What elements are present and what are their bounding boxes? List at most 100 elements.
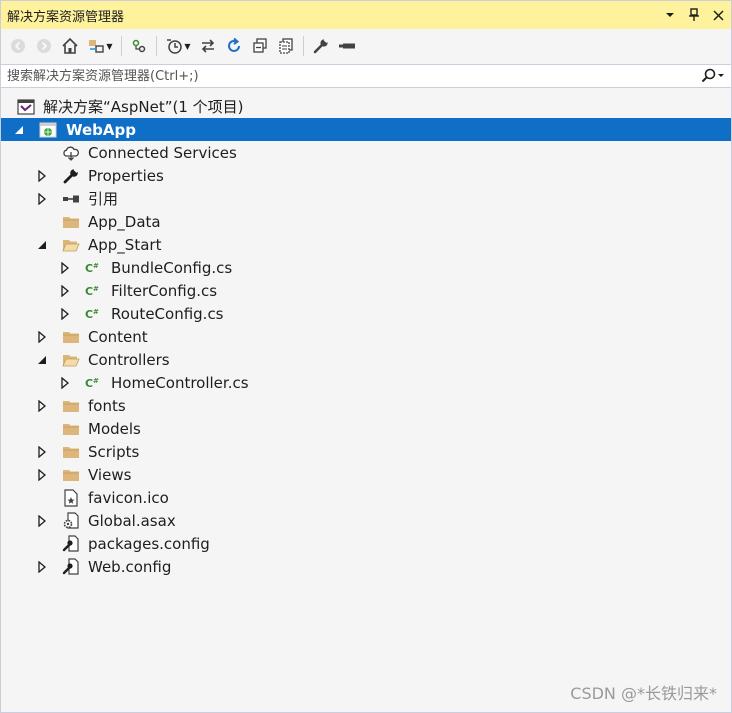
collapsed-arrow-icon[interactable] [36, 445, 48, 458]
tree-item-properties[interactable]: Properties [1, 164, 731, 187]
back-icon[interactable] [7, 35, 29, 57]
collapsed-arrow-icon[interactable] [36, 514, 48, 527]
tree-item-controllers[interactable]: Controllers [1, 348, 731, 371]
tree-item-label: Global.asax [88, 511, 176, 530]
tree-item-fonts[interactable]: fonts [1, 394, 731, 417]
collapsed-arrow-icon[interactable] [59, 284, 71, 297]
solution-explorer-window: 解决方案资源管理器 ▼ ▼ 搜索解决方案资源管理器(Ctrl+;) 解决方案“A… [0, 0, 732, 713]
tree-item-label: fonts [88, 396, 126, 415]
tree-item-label: HomeController.cs [111, 373, 249, 392]
folder-icon [62, 420, 80, 438]
tree-item-label: Connected Services [88, 143, 237, 162]
tree-item-global-asax[interactable]: Global.asax [1, 509, 731, 532]
toolbar: ▼ ▼ [1, 31, 731, 61]
tree-item-views[interactable]: Views [1, 463, 731, 486]
expanded-arrow-icon[interactable] [13, 124, 25, 136]
collapsed-arrow-icon[interactable] [59, 261, 71, 274]
svg-text:C: C [85, 262, 93, 275]
svg-text:C: C [85, 308, 93, 321]
svg-text:C: C [85, 377, 93, 390]
pin-icon[interactable] [683, 4, 705, 26]
tree-item-bundleconfig[interactable]: C # BundleConfig.cs [1, 256, 731, 279]
expanded-arrow-icon[interactable] [36, 239, 48, 251]
folder-open-icon [62, 236, 80, 254]
tree-item-label: Scripts [88, 442, 140, 461]
folder-icon [62, 213, 80, 231]
search-icon[interactable] [695, 68, 731, 84]
svg-text:#: # [93, 308, 99, 316]
tree-item-label: FilterConfig.cs [111, 281, 218, 300]
tree-item-label: Models [88, 419, 141, 438]
collapsed-arrow-icon[interactable] [59, 307, 71, 320]
show-all-files-icon[interactable] [275, 35, 297, 57]
collapsed-arrow-icon[interactable] [36, 330, 48, 343]
csharp-file-icon: C # [85, 282, 103, 300]
collapsed-arrow-icon[interactable] [59, 376, 71, 389]
tree-item-label: RouteConfig.cs [111, 304, 224, 323]
tree-item-solution[interactable]: 解决方案“AspNet”(1 个项目) [1, 95, 731, 118]
tree-item-app-data[interactable]: App_Data [1, 210, 731, 233]
switch-views-icon[interactable]: ▼ [85, 35, 115, 57]
tree-item-label: 引用 [88, 190, 119, 208]
tree-item-references[interactable]: 引用 [1, 187, 731, 210]
toolbar-separator [156, 36, 157, 56]
tree-item-project[interactable]: WebApp [1, 118, 731, 141]
expanded-arrow-icon[interactable] [36, 354, 48, 366]
svg-text:#: # [93, 377, 99, 385]
properties-wrench-icon[interactable] [310, 35, 332, 57]
references-icon [62, 190, 80, 208]
forward-icon[interactable] [33, 35, 55, 57]
collapsed-arrow-icon[interactable] [36, 468, 48, 481]
tree-item-label: Content [88, 327, 148, 346]
tree-item-label: Properties [88, 166, 164, 185]
solution-tree: 解决方案“AspNet”(1 个项目) WebApp Connected Ser… [1, 95, 731, 578]
window-position-dropdown-icon[interactable] [659, 4, 681, 26]
gear-file-icon [62, 511, 80, 530]
tree-item-label: WebApp [66, 120, 137, 139]
preview-selected-items-icon[interactable] [336, 35, 358, 57]
tree-item-label: App_Start [88, 235, 162, 254]
tree-item-filterconfig[interactable]: C # FilterConfig.cs [1, 279, 731, 302]
window-title: 解决方案资源管理器 [7, 9, 125, 25]
tree-item-connected-services[interactable]: Connected Services [1, 141, 731, 164]
pending-changes-filter-icon[interactable] [128, 35, 150, 57]
collapsed-arrow-icon[interactable] [36, 399, 48, 412]
chevron-down-icon: ▼ [106, 41, 113, 51]
history-icon[interactable]: ▼ [163, 35, 193, 57]
close-icon[interactable] [707, 4, 729, 26]
collapsed-arrow-icon[interactable] [36, 192, 48, 205]
tree-item-label: 解决方案“AspNet”(1 个项目) [43, 98, 244, 116]
config-file-icon [62, 534, 80, 553]
collapsed-arrow-icon[interactable] [36, 169, 48, 182]
home-icon[interactable] [59, 35, 81, 57]
cloud-icon [62, 144, 80, 162]
tree-item-app-start[interactable]: App_Start [1, 233, 731, 256]
tree-item-label: favicon.ico [88, 488, 169, 507]
tree-item-scripts[interactable]: Scripts [1, 440, 731, 463]
folder-open-icon [62, 351, 80, 369]
toolbar-separator [303, 36, 304, 56]
tree-item-label: App_Data [88, 212, 161, 231]
tree-item-models[interactable]: Models [1, 417, 731, 440]
tree-item-packages-config[interactable]: packages.config [1, 532, 731, 555]
collapse-all-icon[interactable] [249, 35, 271, 57]
tree-item-homecontroller[interactable]: C # HomeController.cs [1, 371, 731, 394]
solution-icon [17, 98, 35, 116]
tree-item-favicon[interactable]: favicon.ico [1, 486, 731, 509]
chevron-down-icon: ▼ [184, 41, 191, 51]
web-project-icon [39, 121, 57, 139]
sync-with-active-document-icon[interactable] [197, 35, 219, 57]
collapsed-arrow-icon[interactable] [36, 560, 48, 573]
tree-item-content[interactable]: Content [1, 325, 731, 348]
folder-icon [62, 397, 80, 415]
tree-item-web-config[interactable]: Web.config [1, 555, 731, 578]
csharp-file-icon: C # [85, 259, 103, 277]
folder-icon [62, 466, 80, 484]
refresh-icon[interactable] [223, 35, 245, 57]
search-input[interactable] [1, 65, 695, 87]
tree-item-routeconfig[interactable]: C # RouteConfig.cs [1, 302, 731, 325]
svg-text:#: # [93, 262, 99, 270]
icon-file-icon [62, 488, 80, 507]
tree-item-label: Controllers [88, 350, 170, 369]
title-bar: 解决方案资源管理器 [1, 1, 731, 29]
